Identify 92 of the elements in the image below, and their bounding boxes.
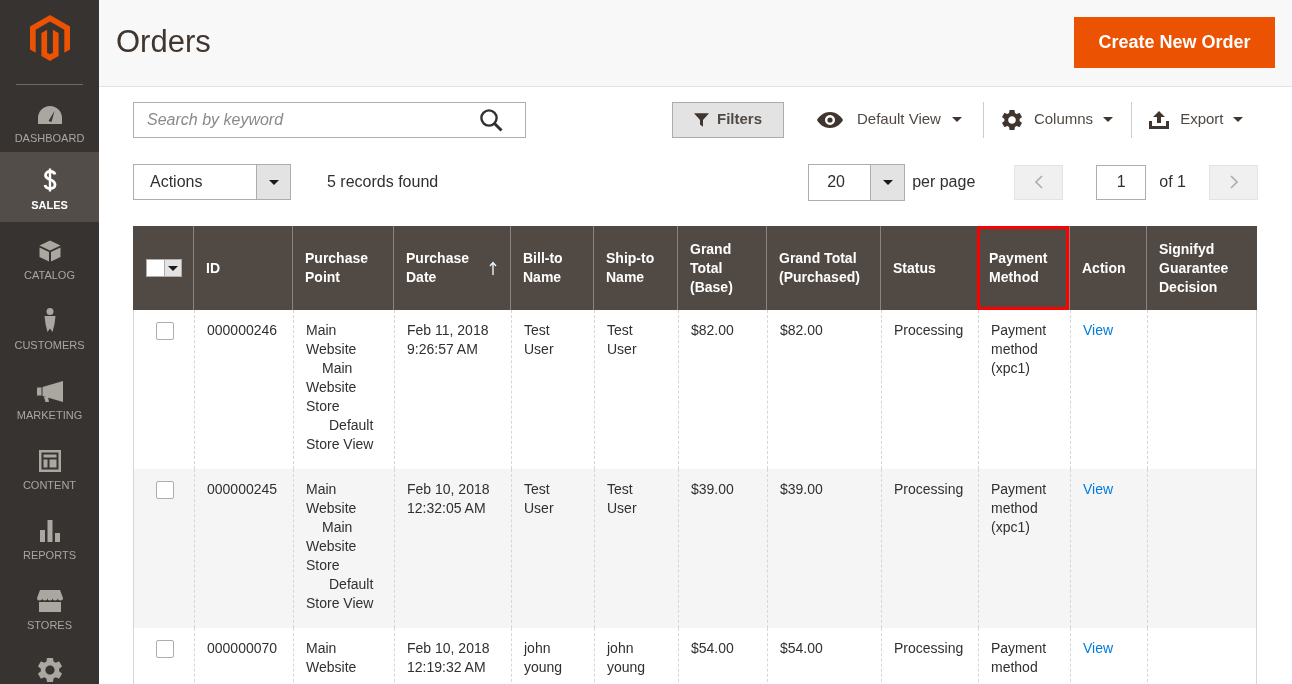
bill-to-name: john young: [524, 639, 564, 677]
ship-to-name: Test User: [607, 321, 638, 359]
sidebar-item[interactable]: CONTENT: [0, 432, 99, 502]
eye-icon: [817, 111, 843, 128]
sidebar-item[interactable]: CATALOG: [0, 222, 99, 292]
upload-icon: [1149, 110, 1170, 129]
bar-chart-icon: [39, 520, 60, 542]
column-header[interactable]: Signifyd Guarantee Decision: [1159, 239, 1245, 297]
layout-icon: [38, 450, 61, 472]
column-header[interactable]: Grand Total (Purchased): [779, 249, 868, 287]
view-link[interactable]: View: [1083, 481, 1114, 497]
column-header[interactable]: Purchase Point: [305, 249, 381, 287]
view-link[interactable]: View: [1083, 640, 1114, 656]
view-menu-button[interactable]: Default View: [800, 101, 979, 138]
column-header[interactable]: Grand Total (Base): [690, 239, 754, 297]
payment-method: Payment method (xpc1): [991, 480, 1048, 537]
filters-button[interactable]: Filters: [672, 101, 784, 138]
order-id: 000000070: [207, 639, 279, 658]
order-id: 000000245: [207, 480, 279, 499]
gear-icon: [37, 658, 62, 682]
page-total: of 1: [1159, 172, 1186, 192]
payment-method: Payment method: [991, 639, 1048, 677]
per-page-select[interactable]: 20: [808, 163, 906, 201]
column-header[interactable]: Purchase Date: [406, 249, 485, 287]
mass-select-control[interactable]: [145, 259, 182, 277]
grand-total-purchased: $54.00: [780, 639, 824, 658]
gauge-icon: [36, 105, 63, 125]
person-icon: [42, 308, 57, 332]
sidebar-item[interactable]: MARKETING: [0, 362, 99, 432]
storefront-icon: [36, 590, 63, 612]
ship-to-name: john young: [607, 639, 647, 677]
caret-icon: [167, 265, 178, 271]
search-field[interactable]: Search by keyword: [133, 101, 526, 138]
sidebar-item[interactable]: REPORTS: [0, 502, 99, 572]
page-input[interactable]: 1: [1096, 164, 1147, 200]
bill-to-name: Test User: [524, 321, 555, 359]
row-checkbox[interactable]: [155, 481, 174, 499]
caret-icon: [951, 117, 962, 122]
sidebar-item[interactable]: STORES: [0, 572, 99, 642]
column-header[interactable]: Bill-to Name: [523, 249, 581, 287]
grand-total-base: $39.00: [691, 480, 735, 499]
ship-to-name: Test User: [607, 480, 638, 518]
column-header[interactable]: Ship-to Name: [606, 249, 665, 287]
caret-icon: [268, 179, 279, 185]
caret-icon: [1233, 117, 1244, 122]
create-order-button[interactable]: Create New Order: [1074, 16, 1275, 68]
select-all-checkbox[interactable]: [146, 260, 164, 276]
order-id: 000000246: [207, 321, 279, 340]
purchase-date: Feb 11, 2018 9:26:57 AM: [407, 321, 490, 359]
order-status: Processing: [894, 639, 965, 658]
row-checkbox[interactable]: [155, 322, 174, 340]
box-icon: [38, 240, 61, 262]
column-header[interactable]: Action: [1082, 258, 1126, 278]
actions-select[interactable]: Actions: [133, 164, 291, 200]
page-title: Orders: [116, 23, 211, 61]
search-icon[interactable]: [479, 107, 503, 132]
grand-total-purchased: $39.00: [780, 480, 824, 499]
funnel-icon: [694, 112, 709, 127]
caret-icon: [1103, 117, 1114, 122]
chevron-right-icon: [1229, 175, 1238, 189]
chevron-left-icon: [1034, 175, 1043, 189]
sidebar-item[interactable]: DASHBOARD: [0, 85, 99, 152]
column-header[interactable]: Status: [893, 258, 936, 278]
purchase-point: Main Website Main Website Store Default Store View: [306, 480, 375, 613]
records-count: 5 records found: [327, 172, 439, 192]
order-status: Processing: [894, 321, 965, 340]
per-page-label: per page: [912, 172, 976, 192]
purchase-point: Main Website Main Website Store Default Store View: [306, 321, 375, 454]
megaphone-icon: [36, 381, 63, 402]
sidebar-item[interactable]: CUSTOMERS: [0, 292, 99, 362]
gear-icon: [1001, 109, 1022, 130]
dropdown-toggle[interactable]: [256, 165, 290, 199]
column-header[interactable]: Payment Method: [989, 249, 1057, 287]
bill-to-name: Test User: [524, 480, 555, 518]
dollar-icon: [42, 168, 57, 192]
payment-method: Payment method (xpc1): [991, 321, 1048, 378]
purchase-date: Feb 10, 2018 12:32:05 AM: [407, 480, 491, 518]
caret-icon: [882, 179, 893, 185]
logo-icon: [29, 15, 70, 61]
row-checkbox[interactable]: [155, 640, 174, 658]
dropdown-toggle[interactable]: [870, 164, 905, 200]
purchase-point: Main Website: [306, 639, 358, 677]
grand-total-base: $54.00: [691, 639, 735, 658]
columns-menu-button[interactable]: Columns: [983, 101, 1132, 138]
view-link[interactable]: View: [1083, 322, 1114, 338]
grand-total-purchased: $82.00: [780, 321, 824, 340]
order-status: Processing: [894, 480, 965, 499]
export-menu-button[interactable]: Export: [1132, 101, 1259, 138]
column-header[interactable]: ID: [206, 258, 220, 278]
purchase-date: Feb 10, 2018 12:19:32 AM: [407, 639, 491, 677]
sidebar-item[interactable]: SALES: [0, 152, 99, 222]
grand-total-base: $82.00: [691, 321, 735, 340]
